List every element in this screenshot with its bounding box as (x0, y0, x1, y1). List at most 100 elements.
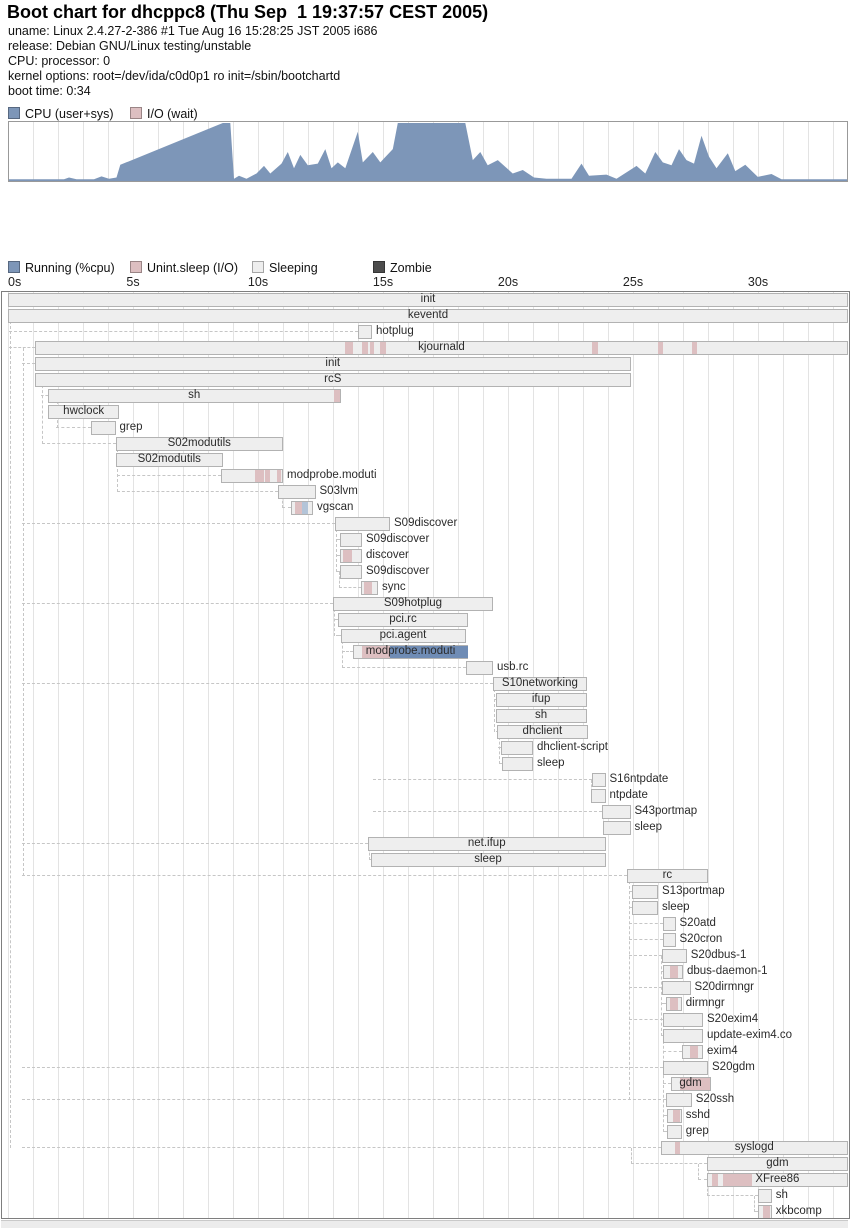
gantt-gridline (483, 292, 484, 1218)
process-label: init (36, 357, 630, 370)
zombie-legend-item: Zombie (373, 261, 432, 274)
gantt-gridline (783, 292, 784, 1218)
process-label: sleep (662, 901, 690, 914)
gantt-gridline (758, 292, 759, 1218)
running-swatch-icon (8, 261, 20, 273)
tree-connector-horizontal (629, 955, 662, 956)
process-label: net.ifup (369, 837, 605, 850)
process-bar (666, 997, 682, 1011)
gantt-gridline (333, 292, 334, 1218)
unint-sleep-legend-label: Unint.sleep (I/O) (147, 261, 238, 275)
process-bar (502, 757, 533, 771)
cpu-usage-chart (8, 121, 848, 182)
gantt-gridline (283, 292, 284, 1218)
process-bar (758, 1205, 772, 1219)
io-wait-segment (670, 998, 678, 1010)
io-wait-segment (295, 502, 302, 514)
process-label: rc (628, 869, 707, 882)
process-label: grep (120, 421, 143, 434)
process-label: dhclient (498, 725, 587, 738)
process-label: ntpdate (610, 789, 648, 802)
tree-connector-horizontal (663, 1083, 671, 1084)
process-label: sh (776, 1189, 788, 1202)
process-label: S09hotplug (334, 597, 492, 610)
process-label: S09discover (394, 517, 457, 530)
process-label: vgscan (317, 501, 353, 514)
gantt-gridline (383, 292, 384, 1218)
tree-connector-horizontal (22, 603, 333, 604)
gantt-gridline (358, 292, 359, 1218)
process-bar (663, 1061, 708, 1075)
process-label: syslogd (662, 1141, 848, 1154)
process-label: kjournald (36, 341, 847, 354)
process-bar: init (8, 293, 848, 307)
tree-connector-horizontal (117, 491, 278, 492)
gantt-gridline (583, 292, 584, 1218)
process-bar (662, 949, 687, 963)
tree-connector-vertical (661, 956, 662, 1036)
gantt-gridline (258, 292, 259, 1218)
tree-connector-vertical (23, 348, 24, 876)
process-bar: syslogd (661, 1141, 849, 1155)
process-label: dhclient-script (537, 741, 608, 754)
running-legend-label: Running (%cpu) (25, 261, 115, 275)
process-label: gdm (708, 1157, 847, 1170)
tree-connector-horizontal (629, 987, 662, 988)
time-tick-label: 25s (623, 275, 643, 289)
tree-connector-horizontal (22, 1147, 661, 1148)
process-label: modprobe.moduti (287, 469, 377, 482)
tree-connector-horizontal (342, 667, 466, 668)
gantt-gridline (608, 292, 609, 1218)
process-bar (221, 469, 284, 483)
process-label: S20cron (680, 933, 723, 946)
io-wait-segment (343, 550, 352, 562)
gantt-gridline (233, 292, 234, 1218)
process-label: keventd (9, 309, 847, 322)
tree-connector-horizontal (22, 1099, 666, 1100)
io-legend-item: I/O (wait) (130, 107, 198, 120)
process-bar: rc (627, 869, 708, 883)
process-label: S20dirmngr (695, 981, 754, 994)
process-bar (603, 821, 631, 835)
process-bar: sleep (371, 853, 606, 867)
process-label: S43portmap (635, 805, 698, 818)
tree-connector-horizontal (631, 1163, 707, 1164)
process-label: sleep (372, 853, 605, 866)
process-bar (361, 581, 378, 595)
unint-sleep-legend-item: Unint.sleep (I/O) (130, 261, 238, 274)
tree-connector-horizontal (56, 427, 91, 428)
gantt-gridline (308, 292, 309, 1218)
process-label: S09discover (366, 533, 429, 546)
tree-connector-horizontal (22, 523, 335, 524)
process-label: sleep (635, 821, 663, 834)
process-bar: XFree86 (707, 1173, 848, 1187)
process-label: S10networking (494, 677, 586, 690)
io-wait-segment (670, 966, 678, 978)
process-label: S20exim4 (707, 1013, 758, 1026)
process-bar (501, 741, 534, 755)
cpu-line: CPU: processor: 0 (8, 54, 110, 68)
process-label: hwclock (49, 405, 118, 418)
process-bar (278, 485, 316, 499)
process-bar: kjournald (35, 341, 848, 355)
gantt-gridline (433, 292, 434, 1218)
process-bar: rcS (35, 373, 631, 387)
process-bar (663, 933, 676, 947)
process-bar (592, 773, 606, 787)
process-label: sshd (686, 1109, 710, 1122)
time-tick-label: 15s (373, 275, 393, 289)
tree-connector-vertical (42, 380, 43, 444)
gantt-gridline (558, 292, 559, 1218)
process-bar: keventd (8, 309, 848, 323)
running-swatch-icon (8, 107, 20, 119)
gantt-legend: Running (%cpu) Unint.sleep (I/O) Sleepin… (0, 261, 858, 274)
gantt-gridline (408, 292, 409, 1218)
gantt-gridline (458, 292, 459, 1218)
sleeping-swatch-icon (252, 261, 264, 273)
tree-connector-horizontal (629, 939, 663, 940)
process-label: dbus-daemon-1 (687, 965, 768, 978)
cpu-legend: CPU (user+sys) I/O (wait) (0, 107, 858, 120)
gantt-gridline (733, 292, 734, 1218)
process-label: S03lvm (320, 485, 358, 498)
kernel-options-line: kernel options: root=/dev/ida/c0d0p1 ro … (8, 69, 340, 83)
